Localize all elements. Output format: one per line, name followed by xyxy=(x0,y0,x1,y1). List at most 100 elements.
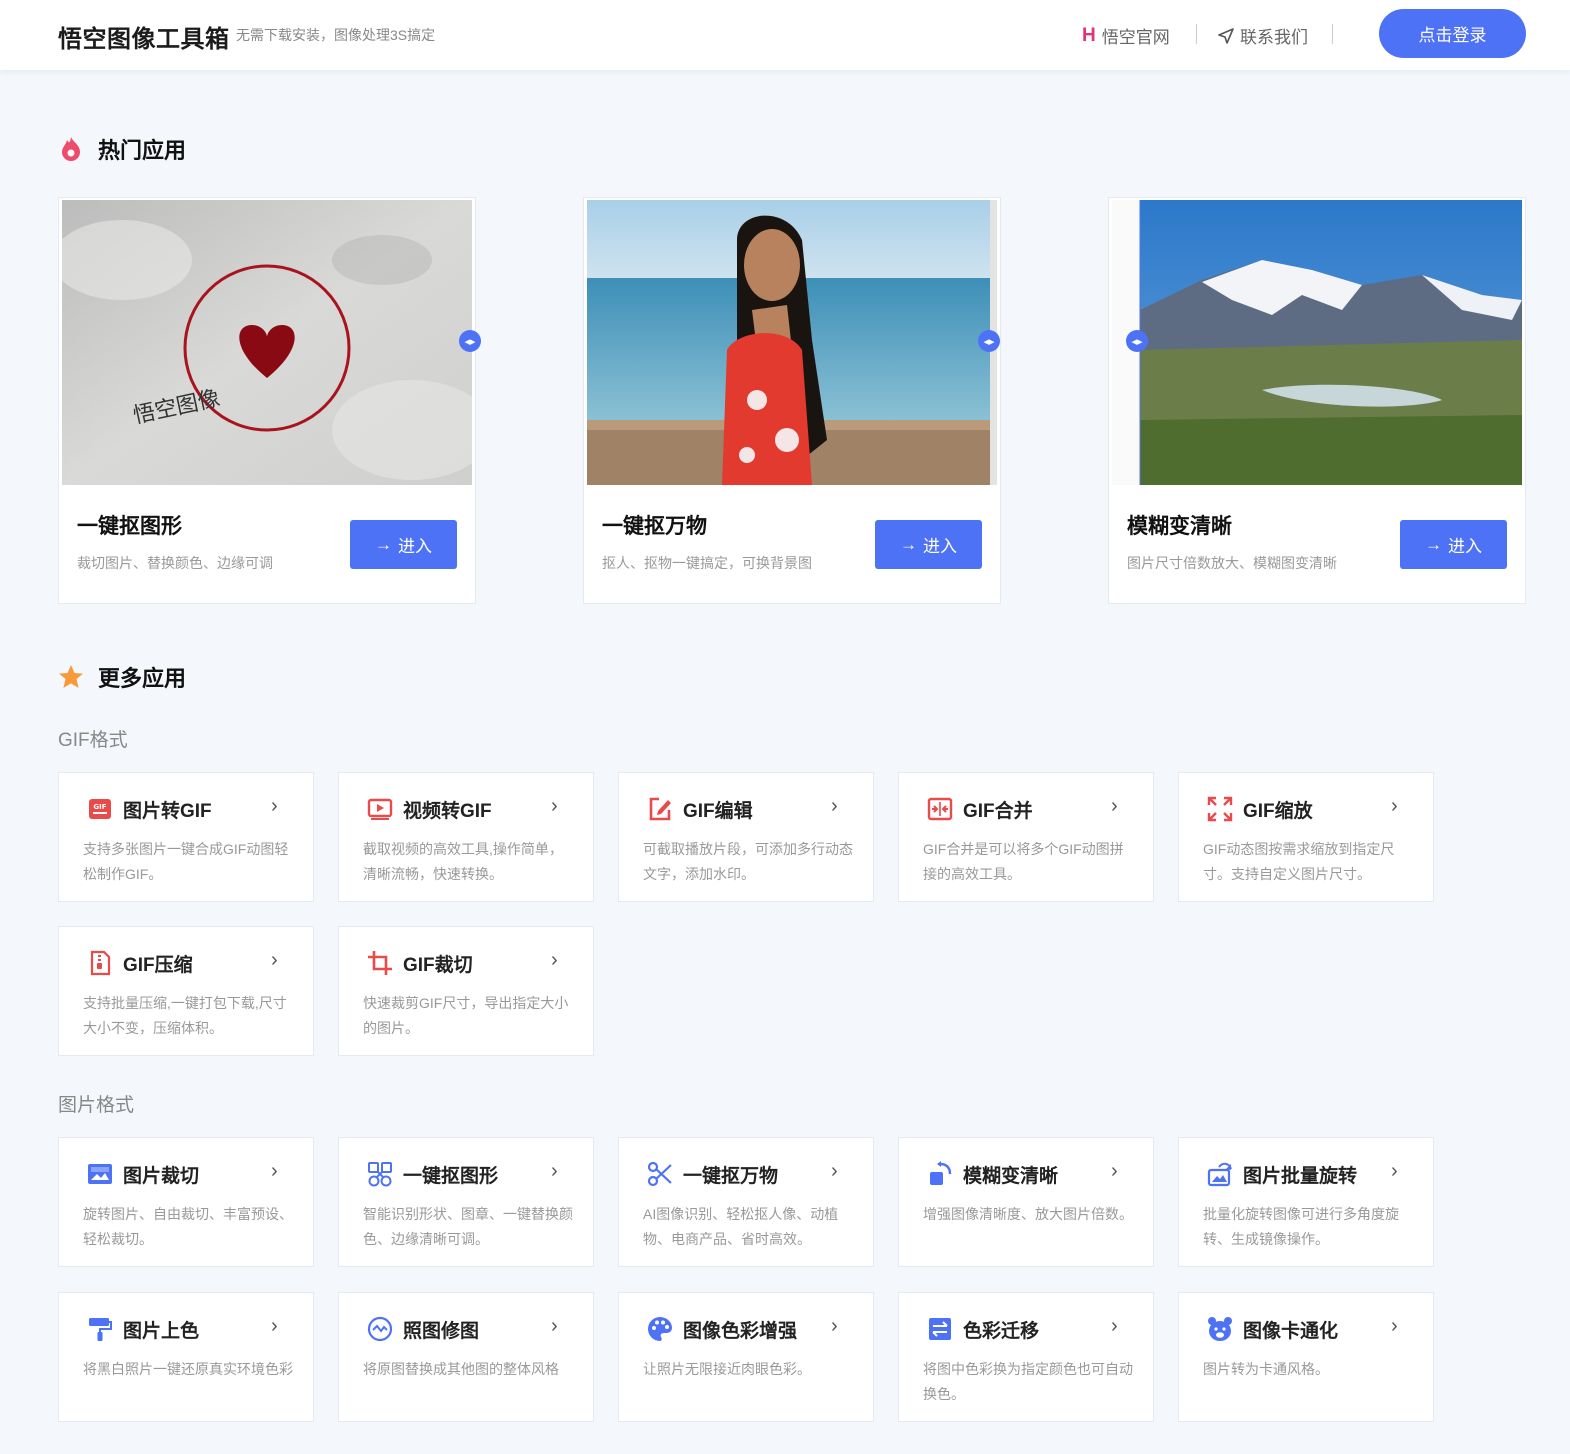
app-card-object-cutout[interactable]: 一键抠万物 › AI图像识别、轻松抠人像、动植物、电商产品、省时高效。 xyxy=(618,1137,874,1267)
app-name: 图像色彩增强 xyxy=(683,1321,798,1342)
nav-contact-us[interactable]: 联系我们 xyxy=(1218,23,1308,48)
nav-official-site-label: 悟空官网 xyxy=(1101,28,1170,47)
hot-card-desc: 裁切图片、替换颜色、边缘可调 xyxy=(77,555,273,571)
app-card-batch-rotate[interactable]: 图片批量旋转 › 批量化旋转图像可进行多角度旋转、生成镜像操作。 xyxy=(1178,1137,1434,1267)
top-header: 悟空图像工具箱 无需下载安装，图像处理3S搞定 H 悟空官网 联系我们 点击登录 xyxy=(0,0,1570,70)
hot-card-enhance[interactable]: ◂▸ 模糊变清晰 图片尺寸倍数放大、模糊图变清晰 → 进入 xyxy=(1108,197,1526,604)
compress-icon xyxy=(90,950,111,976)
chevron-right-icon: › xyxy=(271,1160,278,1182)
app-name: GIF合并 xyxy=(963,801,1033,822)
app-name: 图片批量旋转 xyxy=(1243,1166,1358,1187)
app-card-gif-merge[interactable]: GIF合并 › GIF合并是可以将多个GIF动图拼接的高效工具。 xyxy=(898,772,1154,902)
rotate-icon xyxy=(1207,1162,1232,1187)
hot-card-desc: 抠人、抠物一键搞定，可换背景图 xyxy=(602,555,812,571)
edit-icon xyxy=(649,797,671,821)
chevron-right-icon: › xyxy=(271,795,278,817)
slogan: 无需下载安装，图像处理3S搞定 xyxy=(236,27,436,43)
app-desc: GIF动态图按需求缩放到指定尺寸。支持自定义图片尺寸。 xyxy=(1203,841,1395,882)
hot-card-desc: 图片尺寸倍数放大、模糊图变清晰 xyxy=(1127,555,1337,571)
chevron-right-icon: › xyxy=(551,1160,558,1182)
hot-apps-title: 热门应用 xyxy=(58,133,186,165)
hot-card-shape-cutout[interactable]: 悟空图像 ◂▸ 一键抠图形 裁切图片、替换颜色、边缘可调 → 进入 xyxy=(58,197,481,604)
cartoon-bear-icon xyxy=(1208,1317,1232,1341)
compare-slider-handle[interactable]: ◂▸ xyxy=(978,330,1000,352)
hot-apps-title-text: 热门应用 xyxy=(98,138,187,163)
crop-icon xyxy=(368,951,392,975)
app-desc: 支持批量压缩,一键打包下载,尺寸大小不变，压缩体积。 xyxy=(83,995,287,1036)
arrow-right-icon: → xyxy=(1425,534,1442,554)
enter-button[interactable]: → 进入 xyxy=(350,520,457,569)
app-name: 图像卡通化 xyxy=(1243,1321,1339,1342)
enhance-icon xyxy=(930,1161,952,1185)
app-card-image-to-gif[interactable]: GIF 图片转GIF › 支持多张图片一键合成GIF动图轻松制作GIF。 xyxy=(58,772,314,902)
nav-divider xyxy=(1196,24,1197,44)
send-icon xyxy=(1218,27,1234,44)
app-desc: 图片转为卡通风格。 xyxy=(1203,1361,1329,1377)
app-desc: GIF合并是可以将多个GIF动图拼接的高效工具。 xyxy=(923,841,1124,882)
resize-icon xyxy=(1207,796,1233,822)
app-card-color-transfer[interactable]: 色彩迁移 › 将图中色彩换为指定颜色也可自动换色。 xyxy=(898,1292,1154,1422)
hot-card-title: 模糊变清晰 xyxy=(1127,515,1232,538)
app-desc: 快速裁剪GIF尺寸，导出指定大小的图片。 xyxy=(363,995,569,1036)
app-name: 照图修图 xyxy=(403,1321,480,1342)
hot-card-title: 一键抠图形 xyxy=(77,515,182,538)
app-name: GIF缩放 xyxy=(1243,801,1313,822)
hot-card-title: 一键抠万物 xyxy=(602,515,707,538)
app-name: GIF裁切 xyxy=(403,955,473,976)
app-card-gif-compress[interactable]: GIF压缩 › 支持批量压缩,一键打包下载,尺寸大小不变，压缩体积。 xyxy=(58,926,314,1056)
transfer-icon xyxy=(929,1318,951,1340)
app-card-color-enhance[interactable]: 图像色彩增强 › 让照片无限接近肉眼色彩。 xyxy=(618,1292,874,1422)
group-label-gif: GIF格式 xyxy=(58,730,128,751)
chevron-right-icon: › xyxy=(551,795,558,817)
app-card-style-transfer[interactable]: 照图修图 › 将原图替换成其他图的整体风格 xyxy=(338,1292,594,1422)
app-desc: 将原图替换成其他图的整体风格 xyxy=(363,1361,559,1377)
app-desc: 截取视频的高效工具,操作简单，清晰流畅，快速转换。 xyxy=(363,841,563,882)
compare-slider-handle[interactable]: ◂▸ xyxy=(459,330,481,352)
app-card-gif-edit[interactable]: GIF编辑 › 可截取播放片段，可添加多行动态文字，添加水印。 xyxy=(618,772,874,902)
app-card-image-crop[interactable]: 图片裁切 › 旋转图片、自由裁切、丰富预设、轻松裁切。 xyxy=(58,1137,314,1267)
app-card-gif-crop[interactable]: GIF裁切 › 快速裁剪GIF尺寸，导出指定大小的图片。 xyxy=(338,926,594,1056)
chevron-right-icon: › xyxy=(271,1315,278,1337)
chevron-right-icon: › xyxy=(831,1160,838,1182)
more-apps-title-text: 更多应用 xyxy=(98,666,187,691)
stamp-preview-image: 悟空图像 xyxy=(62,200,472,485)
app-name: GIF编辑 xyxy=(683,801,753,822)
enter-button[interactable]: → 进入 xyxy=(1400,520,1507,569)
portrait-preview-image xyxy=(587,200,997,485)
app-card-shape-cutout[interactable]: 一键抠图形 › 智能识别形状、图章、一键替换颜色、边缘清晰可调。 xyxy=(338,1137,594,1267)
nav-contact-label: 联系我们 xyxy=(1240,28,1308,47)
app-desc: 智能识别形状、图章、一键替换颜色、边缘清晰可调。 xyxy=(363,1206,573,1247)
style-icon xyxy=(367,1316,393,1342)
app-desc: 可截取播放片段，可添加多行动态文字，添加水印。 xyxy=(643,841,853,882)
image-to-gif-icon: GIF xyxy=(89,799,111,819)
app-name: 一键抠万物 xyxy=(683,1166,779,1187)
hot-card-object-cutout[interactable]: ◂▸ 一键抠万物 抠人、抠物一键搞定，可换背景图 → 进入 xyxy=(583,197,1001,604)
app-desc: 将黑白照片一键还原真实环境色彩 xyxy=(83,1361,293,1377)
chevron-right-icon: › xyxy=(1391,795,1398,817)
app-name: 图片裁切 xyxy=(123,1166,200,1187)
chevron-right-icon: › xyxy=(1391,1160,1398,1182)
app-card-cartoonize[interactable]: 图像卡通化 › 图片转为卡通风格。 xyxy=(1178,1292,1434,1422)
more-apps-title: 更多应用 xyxy=(58,661,186,693)
chevron-right-icon: › xyxy=(1111,1160,1118,1182)
enter-label: 进入 xyxy=(398,537,432,556)
app-card-enhance[interactable]: 模糊变清晰 › 增强图像清晰度、放大图片倍数。 xyxy=(898,1137,1154,1267)
shape-cutout-icon xyxy=(368,1162,392,1187)
palette-icon xyxy=(648,1317,672,1341)
scissors-icon xyxy=(647,1161,672,1187)
star-icon xyxy=(59,665,83,688)
arrow-right-icon: → xyxy=(375,534,392,554)
nav-official-site[interactable]: H 悟空官网 xyxy=(1082,23,1170,48)
chevron-right-icon: › xyxy=(271,949,278,971)
image-crop-icon xyxy=(88,1164,112,1184)
app-logo[interactable]: 悟空图像工具箱 xyxy=(58,19,230,54)
app-card-colorize[interactable]: 图片上色 › 将黑白照片一键还原真实环境色彩 xyxy=(58,1292,314,1422)
app-card-video-to-gif[interactable]: 视频转GIF › 截取视频的高效工具,操作简单，清晰流畅，快速转换。 xyxy=(338,772,594,902)
chevron-right-icon: › xyxy=(1111,795,1118,817)
enter-button[interactable]: → 进入 xyxy=(875,520,982,569)
mountain-preview-image xyxy=(1112,200,1522,485)
compare-slider-handle[interactable]: ◂▸ xyxy=(1126,330,1148,352)
app-card-gif-resize[interactable]: GIF缩放 › GIF动态图按需求缩放到指定尺寸。支持自定义图片尺寸。 xyxy=(1178,772,1434,902)
login-button[interactable]: 点击登录 xyxy=(1379,9,1526,58)
paint-roller-icon xyxy=(89,1318,112,1341)
